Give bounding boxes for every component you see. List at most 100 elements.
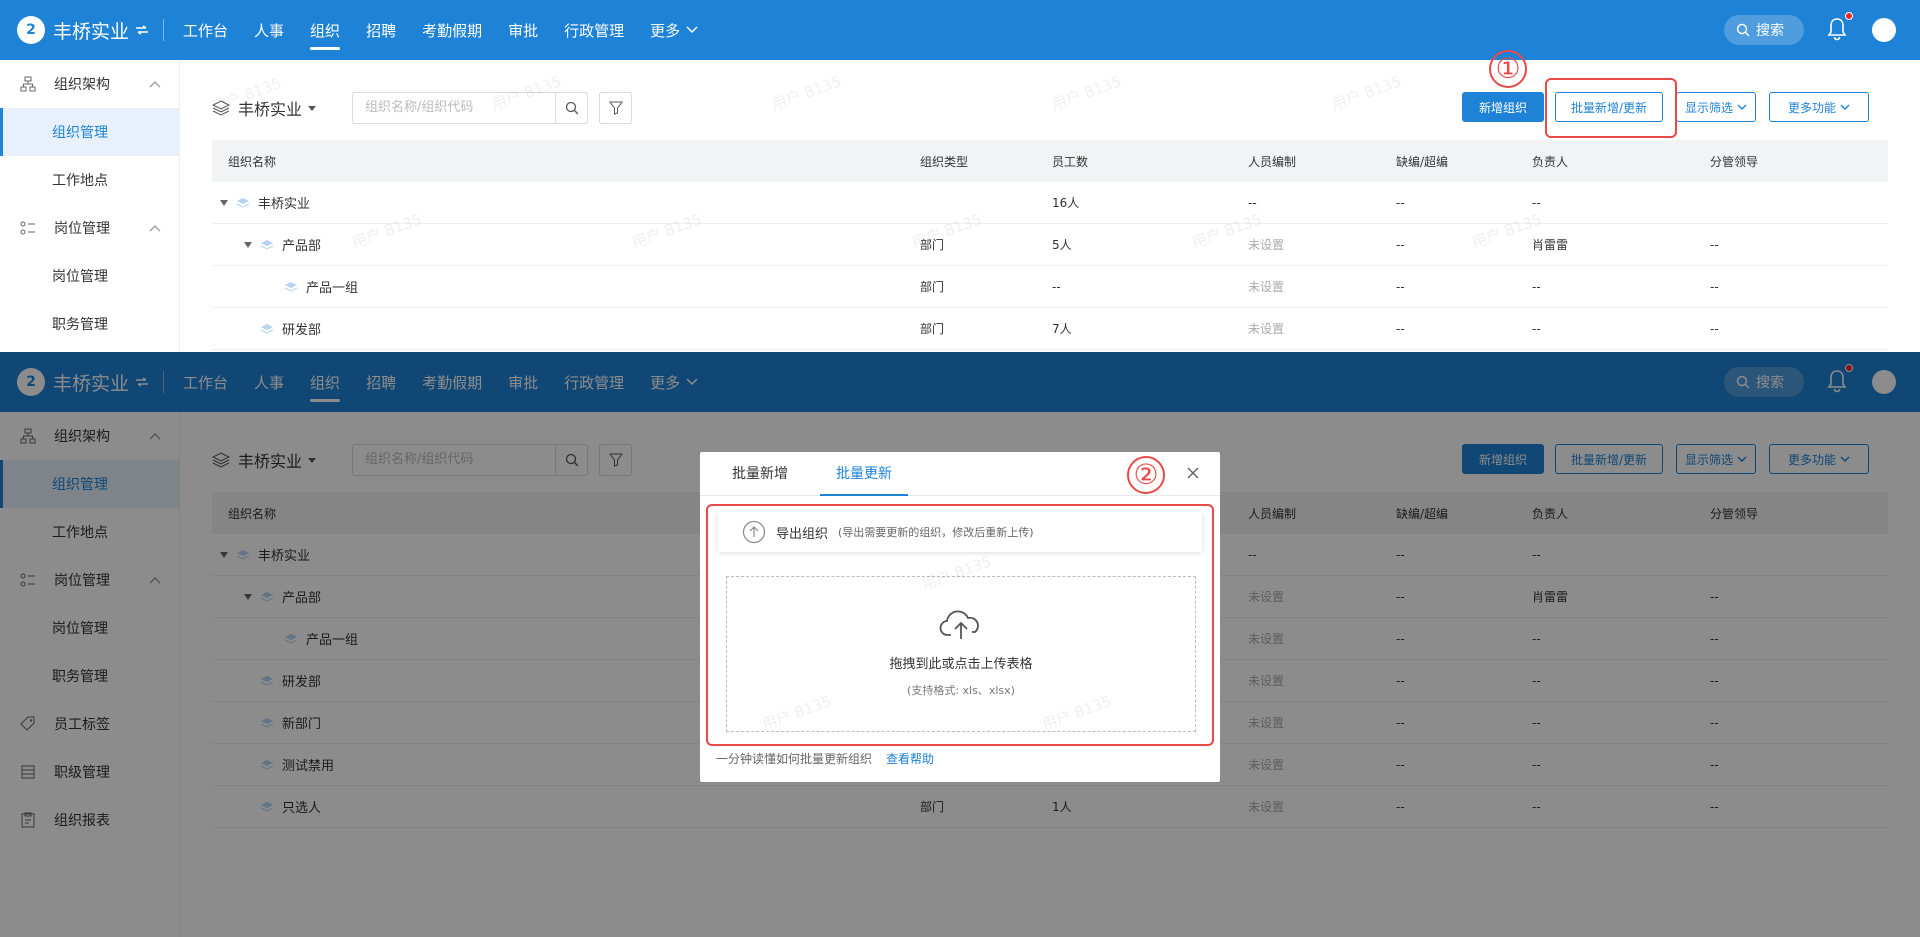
nav-approval[interactable]: 审批	[495, 0, 551, 60]
sidebar: 组织架构 组织管理 工作地点 岗位管理 岗位管理 职务管理	[0, 60, 180, 352]
sidebar-group-label: 组织架构	[54, 77, 110, 93]
view-help-link[interactable]: 查看帮助	[886, 752, 934, 766]
post-list-icon	[20, 221, 35, 235]
sidebar-group-post-management[interactable]: 岗位管理	[0, 204, 179, 252]
leader: 肖雷雷	[1532, 238, 1569, 252]
quota: 未设置	[1248, 322, 1285, 336]
nav-more-label: 更多	[650, 21, 681, 40]
search-button[interactable]	[555, 93, 587, 123]
annotation-highlight-2	[706, 504, 1214, 746]
divider	[163, 19, 165, 41]
chevron-up-icon	[149, 225, 161, 232]
nav-workbench[interactable]: 工作台	[170, 0, 241, 60]
org-table: 组织名称 组织类型 员工数 人员编制 缺编/超编 负责人 分管领导 丰桥实业 1…	[212, 140, 1888, 350]
sidebar-group-org-structure[interactable]: 组织架构	[0, 60, 179, 108]
org-selector[interactable]: 丰桥实业	[212, 92, 317, 124]
quota: 未设置	[1248, 238, 1285, 252]
expand-caret-icon[interactable]	[244, 241, 252, 248]
screenshot-step-2: 2 丰桥实业 工作台 人事 组织 招聘 考勤假期 审批 行政管理 更多 搜索 组…	[0, 352, 1920, 937]
layers-icon	[212, 100, 230, 116]
chevron-down-icon	[1840, 104, 1850, 110]
org-type: 部门	[920, 280, 945, 294]
employee-count: --	[1052, 279, 1061, 294]
search-icon	[565, 101, 578, 115]
manager: --	[1710, 321, 1719, 336]
leader: --	[1532, 195, 1541, 210]
org-name: 丰桥实业	[258, 197, 311, 212]
nav-hr[interactable]: 人事	[241, 0, 297, 60]
caret-down-icon	[308, 105, 317, 111]
expand-caret-icon[interactable]	[220, 199, 228, 206]
funnel-icon	[608, 101, 623, 115]
display-filter-button[interactable]: 显示筛选	[1676, 92, 1756, 122]
org-layer-icon	[260, 323, 274, 334]
bell-icon[interactable]	[1825, 16, 1849, 42]
col-header: 负责人	[1532, 154, 1569, 169]
org-layer-icon	[236, 197, 250, 208]
sidebar-item-org-management[interactable]: 组织管理	[0, 108, 179, 156]
col-header: 人员编制	[1248, 154, 1297, 169]
table-row[interactable]: 产品一组 部门 -- 未设置 -- -- --	[212, 266, 1888, 308]
screenshot-step-1: 2 丰桥实业 工作台 人事 组织 招聘 考勤假期 审批 行政管理 更多 搜索 组…	[0, 0, 1920, 352]
user-avatar[interactable]	[1872, 18, 1896, 42]
manager: --	[1710, 237, 1719, 252]
gap: --	[1396, 279, 1405, 294]
org-name: 产品部	[282, 239, 322, 254]
org-layer-icon	[260, 239, 274, 250]
quota: --	[1248, 195, 1257, 210]
switch-company-icon[interactable]	[135, 25, 149, 35]
close-icon[interactable]	[1186, 466, 1200, 480]
table-header: 组织名称 组织类型 员工数 人员编制 缺编/超编 负责人 分管领导	[212, 140, 1888, 182]
top-navigation-bar: 2 丰桥实业 工作台 人事 组织 招聘 考勤假期 审批 行政管理 更多 搜索	[0, 0, 1920, 60]
tab-batch-update[interactable]: 批量更新	[820, 452, 908, 496]
table-row[interactable]: 丰桥实业 16人 -- -- --	[212, 182, 1888, 224]
sidebar-item-duty-management[interactable]: 职务管理	[0, 300, 179, 348]
col-header: 组织类型	[920, 154, 969, 169]
annotation-highlight-1	[1545, 78, 1677, 138]
annotation-number-2: ②	[1127, 456, 1165, 494]
chevron-down-icon	[686, 26, 698, 34]
gap: --	[1396, 237, 1405, 252]
org-layer-icon	[284, 281, 298, 292]
nav-admin[interactable]: 行政管理	[551, 0, 637, 60]
sidebar-group-label: 岗位管理	[54, 221, 110, 237]
nav-attendance[interactable]: 考勤假期	[409, 0, 495, 60]
app-logo[interactable]: 2	[17, 16, 45, 44]
quota: 未设置	[1248, 280, 1285, 294]
search-icon	[1736, 23, 1750, 37]
table-row[interactable]: 研发部 部门 7人 未设置 -- -- --	[212, 308, 1888, 350]
filter-button[interactable]	[599, 92, 632, 124]
leader: --	[1532, 321, 1541, 336]
col-header: 分管领导	[1710, 154, 1759, 169]
tab-batch-add[interactable]: 批量新增	[716, 452, 804, 496]
col-header: 组织名称	[228, 154, 277, 169]
more-functions-button[interactable]: 更多功能	[1769, 92, 1869, 122]
col-header: 员工数	[1052, 154, 1089, 169]
org-name-cell: 丰桥实业	[220, 193, 310, 212]
chevron-up-icon	[149, 81, 161, 88]
nav-organization[interactable]: 组织	[297, 0, 353, 60]
nav-more[interactable]: 更多	[637, 0, 711, 60]
org-name-cell: 产品部	[244, 235, 321, 254]
company-name[interactable]: 丰桥实业	[53, 17, 129, 44]
sidebar-item-work-location[interactable]: 工作地点	[0, 156, 179, 204]
chevron-down-icon	[1737, 104, 1747, 110]
org-name-cell: 产品一组	[284, 277, 358, 296]
leader: --	[1532, 279, 1541, 294]
notification-dot	[1845, 12, 1853, 20]
table-row[interactable]: 产品部 部门 5人 未设置 -- 肖雷雷 --	[212, 224, 1888, 266]
col-header: 缺编/超编	[1396, 154, 1449, 169]
employee-count: 7人	[1052, 322, 1072, 336]
nav-recruit[interactable]: 招聘	[353, 0, 409, 60]
display-filter-label: 显示筛选	[1684, 100, 1733, 115]
org-selector-label: 丰桥实业	[238, 100, 303, 119]
search-placeholder: 组织名称/组织代码	[365, 100, 474, 115]
add-org-button[interactable]: 新增组织	[1462, 92, 1544, 122]
global-search[interactable]: 搜索	[1724, 15, 1804, 45]
manager: --	[1710, 279, 1719, 294]
employee-count: 16人	[1052, 196, 1080, 210]
org-search-input[interactable]: 组织名称/组织代码	[352, 92, 588, 124]
org-type: 部门	[920, 322, 945, 336]
gap: --	[1396, 321, 1405, 336]
sidebar-item-post-management[interactable]: 岗位管理	[0, 252, 179, 300]
